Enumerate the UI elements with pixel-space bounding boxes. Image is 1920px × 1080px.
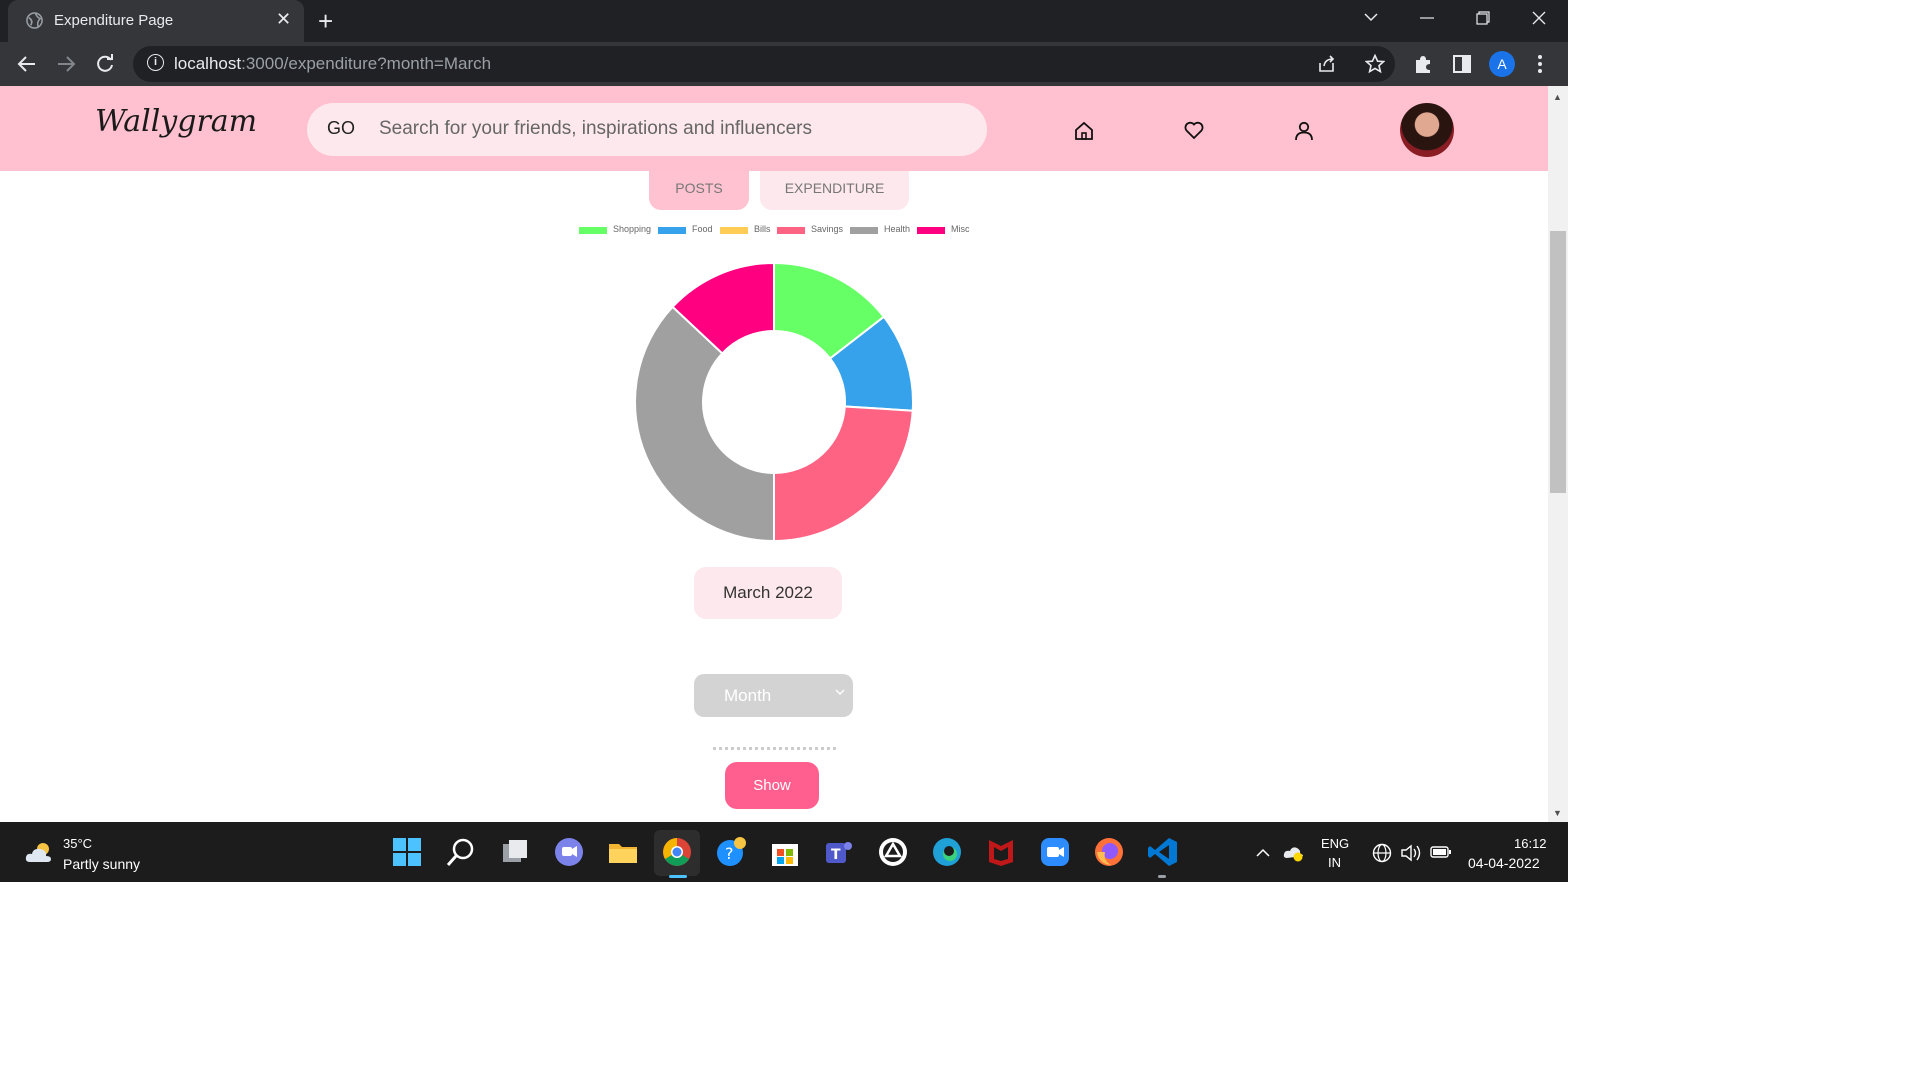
- legend-label: Savings: [811, 224, 844, 234]
- language-indicator-top[interactable]: ENG: [1321, 836, 1349, 851]
- globe-icon: [26, 12, 43, 29]
- user-profile-icon[interactable]: [1293, 120, 1315, 142]
- microsoft-store-icon[interactable]: [769, 836, 801, 868]
- tab-expenditure[interactable]: EXPENDITURE: [760, 171, 909, 210]
- search-go-button[interactable]: GO: [327, 118, 355, 139]
- mcafee-icon[interactable]: [985, 836, 1017, 868]
- legend-swatch: [917, 227, 945, 234]
- search-bar: GO Search for your friends, inspirations…: [307, 103, 987, 156]
- legend-swatch: [720, 227, 748, 234]
- github-app-icon[interactable]: [877, 836, 909, 868]
- partly-sunny-icon[interactable]: [24, 840, 54, 864]
- menu-kebab-icon[interactable]: [1536, 54, 1544, 74]
- show-button[interactable]: Show: [725, 762, 819, 809]
- file-explorer-icon[interactable]: [607, 836, 639, 868]
- minimize-icon[interactable]: [1420, 16, 1434, 20]
- new-tab-button[interactable]: +: [318, 6, 333, 37]
- tab-search-chevron-icon[interactable]: [1364, 12, 1378, 22]
- teams-chat-icon[interactable]: [553, 836, 585, 868]
- bookmark-star-icon[interactable]: [1365, 54, 1385, 74]
- browser-tab[interactable]: Expenditure Page ✕: [8, 0, 304, 42]
- donut-slice-health[interactable]: [634, 305, 775, 543]
- side-panel-icon[interactable]: [1453, 55, 1471, 73]
- donut-slice-savings[interactable]: [773, 405, 914, 543]
- battery-icon[interactable]: [1430, 845, 1452, 859]
- svg-text:?: ?: [725, 844, 734, 863]
- svg-text:T: T: [831, 847, 841, 863]
- get-help-icon[interactable]: ?: [715, 836, 747, 868]
- running-app-indicator: [1158, 875, 1166, 878]
- dotted-divider: [713, 747, 836, 750]
- search-icon[interactable]: [445, 836, 477, 868]
- site-logo[interactable]: Wallygram: [95, 104, 257, 139]
- browser-toolbar: i localhost:3000/expenditure?month=March: [0, 42, 1568, 86]
- legend-label: Health: [884, 224, 911, 234]
- page-scrollbar[interactable]: ▲ ▼: [1548, 86, 1568, 822]
- scroll-up-arrow-icon[interactable]: ▲: [1553, 92, 1562, 102]
- restore-icon[interactable]: [1476, 11, 1490, 25]
- profile-avatar[interactable]: A: [1489, 51, 1515, 77]
- url-path: :3000/expenditure?month=March: [241, 54, 492, 73]
- legend-swatch: [777, 227, 805, 234]
- close-tab-icon[interactable]: ✕: [276, 9, 291, 30]
- chrome-icon[interactable]: [661, 836, 693, 868]
- site-info-icon[interactable]: i: [147, 54, 164, 71]
- url-text[interactable]: localhost:3000/expenditure?month=March: [174, 54, 491, 74]
- browser-tab-strip: Expenditure Page ✕ +: [0, 0, 1568, 42]
- legend-swatch: [658, 227, 686, 234]
- expenditure-donut-chart: [634, 261, 914, 543]
- chevron-down-icon: [835, 689, 845, 696]
- legend-label: Shopping: [613, 224, 652, 234]
- legend-label: Bills: [754, 224, 771, 234]
- tab-posts[interactable]: POSTS: [649, 171, 749, 210]
- forward-arrow-icon[interactable]: [56, 54, 76, 74]
- address-bar[interactable]: i localhost:3000/expenditure?month=March: [133, 46, 1395, 82]
- search-input[interactable]: Search for your friends, inspirations an…: [379, 118, 812, 140]
- edge-icon[interactable]: [931, 836, 963, 868]
- onedrive-warning-icon[interactable]: [1283, 844, 1305, 862]
- scrollbar-thumb[interactable]: [1550, 231, 1566, 493]
- month-select-value: Month: [724, 686, 772, 705]
- heart-icon[interactable]: [1183, 119, 1205, 141]
- chart-legend: Shopping Food Bills Savings Health Misc: [0, 223, 1548, 237]
- extensions-puzzle-icon[interactable]: [1413, 54, 1433, 74]
- page-viewport: Wallygram GO Search for your friends, in…: [0, 86, 1548, 822]
- windows-start-icon[interactable]: [391, 836, 423, 868]
- user-avatar[interactable]: [1400, 103, 1454, 157]
- share-icon[interactable]: [1317, 55, 1337, 73]
- home-icon[interactable]: [1073, 120, 1095, 142]
- vscode-icon[interactable]: [1147, 836, 1179, 868]
- clock-time[interactable]: 16:12: [1514, 836, 1547, 851]
- reload-icon[interactable]: [95, 54, 115, 74]
- legend-swatch: [850, 227, 878, 234]
- url-host: localhost: [174, 54, 242, 73]
- teams-icon[interactable]: T: [823, 836, 855, 868]
- task-view-icon[interactable]: [499, 836, 531, 868]
- legend-label: Misc: [951, 224, 970, 234]
- back-arrow-icon[interactable]: [17, 54, 37, 74]
- weather-description[interactable]: Partly sunny: [63, 856, 140, 872]
- legend-label: Food: [692, 224, 713, 234]
- scroll-down-arrow-icon[interactable]: ▼: [1553, 808, 1562, 818]
- selected-month-label: March 2022: [694, 567, 842, 619]
- language-indicator-bottom[interactable]: IN: [1328, 855, 1341, 870]
- network-globe-icon[interactable]: [1372, 843, 1392, 863]
- clock-date[interactable]: 04-04-2022: [1468, 855, 1540, 871]
- close-window-icon[interactable]: [1532, 11, 1546, 25]
- weather-temperature[interactable]: 35°C: [63, 836, 92, 851]
- legend-swatch: [579, 227, 607, 234]
- volume-icon[interactable]: [1400, 843, 1422, 863]
- tab-title: Expenditure Page: [54, 12, 174, 29]
- show-hidden-icons-chevron-icon[interactable]: [1256, 848, 1270, 858]
- active-app-indicator: [669, 875, 687, 878]
- windows-taskbar: 35°C Partly sunny ? T ENG IN 16:12 04-04…: [0, 822, 1568, 882]
- month-select[interactable]: Month: [694, 674, 853, 717]
- site-header: Wallygram GO Search for your friends, in…: [0, 86, 1548, 171]
- zoom-icon[interactable]: [1039, 836, 1071, 868]
- firefox-icon[interactable]: [1093, 836, 1125, 868]
